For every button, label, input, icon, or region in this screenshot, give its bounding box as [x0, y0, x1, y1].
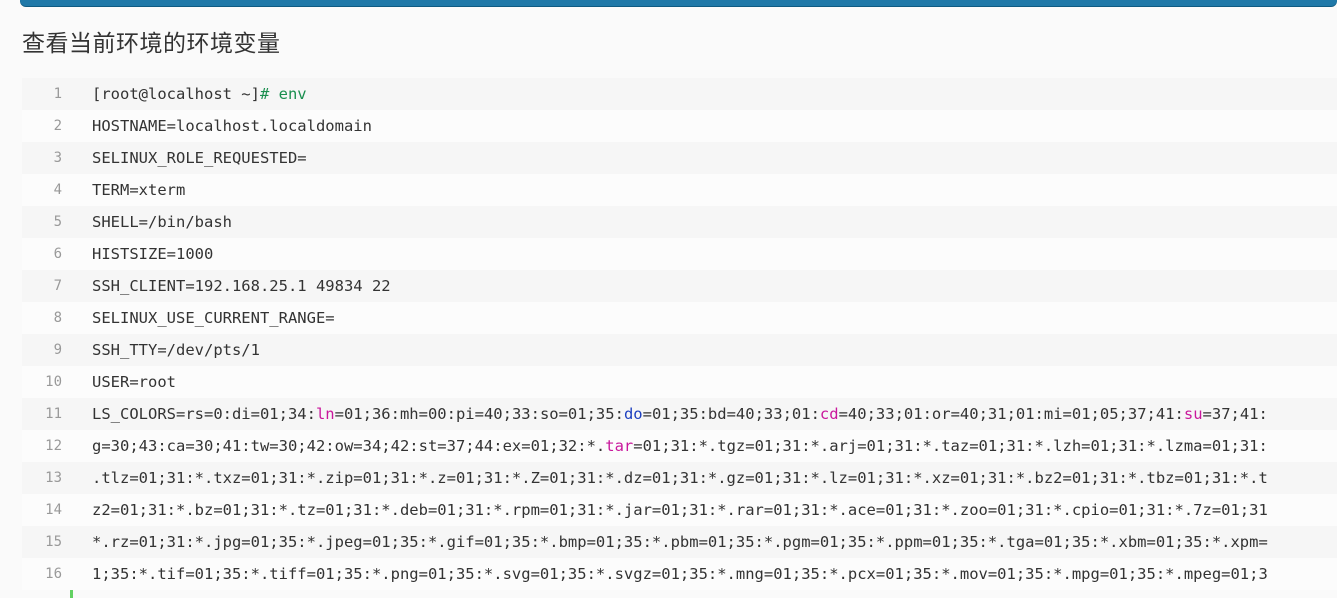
- code-text: *.rz=01;31:*.jpg=01;35:*.jpeg=01;35:*.gi…: [92, 526, 1268, 558]
- code-line: 3 SELINUX_ROLE_REQUESTED=: [22, 142, 1337, 174]
- code-text: SHELL=/bin/bash: [92, 206, 232, 238]
- code-token: =40;33;01:or=40;31;01:mi=01;05;37;41:: [838, 405, 1184, 423]
- code-token: SHELL=/bin/bash: [92, 213, 232, 231]
- code-token: [root@localhost ~]: [92, 85, 260, 103]
- top-banner: [20, 0, 1337, 6]
- code-token: z2=01;31:*.bz=01;31:*.tz=01;31:*.deb=01;…: [92, 501, 1268, 519]
- line-number: 14: [45, 502, 62, 518]
- code-token: # env: [259, 85, 307, 103]
- code-line: 11 LS_COLORS=rs=0:di=01;34:ln=01;36:mh=00…: [22, 398, 1337, 430]
- code-text: g=30;43:ca=30;41:tw=30;42:ow=34;42:st=37…: [92, 430, 1268, 462]
- code-line: 6 HISTSIZE=1000: [22, 238, 1337, 270]
- code-text: HISTSIZE=1000: [92, 238, 213, 270]
- code-token: 1;35:*.tif=01;35:*.tiff=01;35:*.png=01;3…: [92, 565, 1268, 583]
- code-text: .tlz=01;31:*.txz=01;31:*.zip=01;31:*.z=0…: [92, 462, 1268, 494]
- code-line: 2 HOSTNAME=localhost.localdomain: [22, 110, 1337, 142]
- code-token: HOSTNAME=localhost.localdomain: [92, 117, 372, 135]
- code-block: 1 [root@localhost ~]# env 2 HOSTNAME=localh…: [22, 78, 1337, 598]
- code-text: SSH_TTY=/dev/pts/1: [92, 334, 260, 366]
- line-number: 5: [53, 214, 62, 230]
- code-text: LS_COLORS=rs=0:di=01;34:ln=01;36:mh=00:p…: [92, 398, 1268, 430]
- code-token: SELINUX_USE_CURRENT_RANGE=: [92, 309, 335, 327]
- code-line: 9 SSH_TTY=/dev/pts/1: [22, 334, 1337, 366]
- code-text: [root@localhost ~]# env: [92, 78, 307, 110]
- code-token: .tlz=01;31:*.txz=01;31:*.zip=01;31:*.z=0…: [92, 469, 1268, 487]
- line-number: 1: [53, 86, 62, 102]
- code-token: =01;36:mh=00:pi=40;33:so=01;35:: [334, 405, 624, 423]
- code-token: LS_COLORS=rs=0:di=01;34:: [92, 405, 316, 423]
- code-token: TERM=xterm: [92, 181, 186, 199]
- line-number: 12: [45, 438, 62, 454]
- code-line: 15 *.rz=01;31:*.jpg=01;35:*.jpeg=01;35:*.…: [22, 526, 1337, 558]
- code-text: SELINUX_USE_CURRENT_RANGE=: [92, 302, 335, 334]
- code-line: 13 .tlz=01;31:*.txz=01;31:*.zip=01;31:*.z…: [22, 462, 1337, 494]
- code-token: =01;31:*.tgz=01;31:*.arj=01;31:*.taz=01;…: [633, 437, 1268, 455]
- line-number: 11: [45, 406, 62, 422]
- code-line: 7 SSH_CLIENT=192.168.25.1 49834 22: [22, 270, 1337, 302]
- line-number: 2: [53, 118, 62, 134]
- code-text: HOSTNAME=localhost.localdomain: [92, 110, 372, 142]
- line-number: 15: [45, 534, 62, 550]
- code-line: 16 1;35:*.tif=01;35:*.tiff=01;35:*.png=01…: [22, 558, 1337, 590]
- code-token: cd: [819, 405, 839, 423]
- code-token: =01;35:bd=40;33;01:: [642, 405, 820, 423]
- code-token: SSH_TTY=/dev/pts/1: [92, 341, 260, 359]
- code-text: SELINUX_ROLE_REQUESTED=: [92, 142, 307, 174]
- code-token: do: [623, 405, 643, 423]
- code-line: 8 SELINUX_USE_CURRENT_RANGE=: [22, 302, 1337, 334]
- code-text: 1;35:*.tif=01;35:*.tiff=01;35:*.png=01;3…: [92, 558, 1268, 590]
- code-text: z2=01;31:*.bz=01;31:*.tz=01;31:*.deb=01;…: [92, 494, 1268, 526]
- line-number: 7: [53, 278, 62, 294]
- line-number: 16: [45, 566, 62, 582]
- code-token: g=30;43:ca=30;41:tw=30;42:ow=34;42:st=37…: [92, 437, 606, 455]
- code-token: SELINUX_ROLE_REQUESTED=: [92, 149, 307, 167]
- code-line: 12 g=30;43:ca=30;41:tw=30;42:ow=34;42:st=…: [22, 430, 1337, 462]
- code-token: =37;41:: [1202, 405, 1268, 423]
- code-token: HISTSIZE=1000: [92, 245, 214, 263]
- line-number: 9: [53, 342, 62, 358]
- code-line: 4 TERM=xterm: [22, 174, 1337, 206]
- code-text: TERM=xterm: [92, 174, 185, 206]
- line-number: 13: [45, 470, 62, 486]
- code-token: USER=root: [92, 373, 176, 391]
- code-token: ln: [315, 405, 335, 423]
- code-line: 14 z2=01;31:*.bz=01;31:*.tz=01;31:*.deb=0…: [22, 494, 1337, 526]
- code-token: tar: [605, 437, 634, 455]
- code-line: 1 [root@localhost ~]# env: [22, 78, 1337, 110]
- code-token: *.rz=01;31:*.jpg=01;35:*.jpeg=01;35:*.gi…: [92, 533, 1268, 551]
- line-number: 6: [53, 246, 62, 262]
- section-heading: 查看当前环境的环境变量: [22, 31, 281, 57]
- line-number: 8: [53, 310, 62, 326]
- code-text: USER=root: [92, 366, 176, 398]
- code-token: SSH_CLIENT=192.168.25.1 49834 22: [92, 277, 391, 295]
- line-number: 10: [45, 374, 62, 390]
- code-line: 5 SHELL=/bin/bash: [22, 206, 1337, 238]
- code-text: SSH_CLIENT=192.168.25.1 49834 22: [92, 270, 391, 302]
- code-line: 10 USER=root: [22, 366, 1337, 398]
- line-number: 3: [53, 150, 62, 166]
- code-token: su: [1183, 405, 1203, 423]
- line-number: 4: [53, 182, 62, 198]
